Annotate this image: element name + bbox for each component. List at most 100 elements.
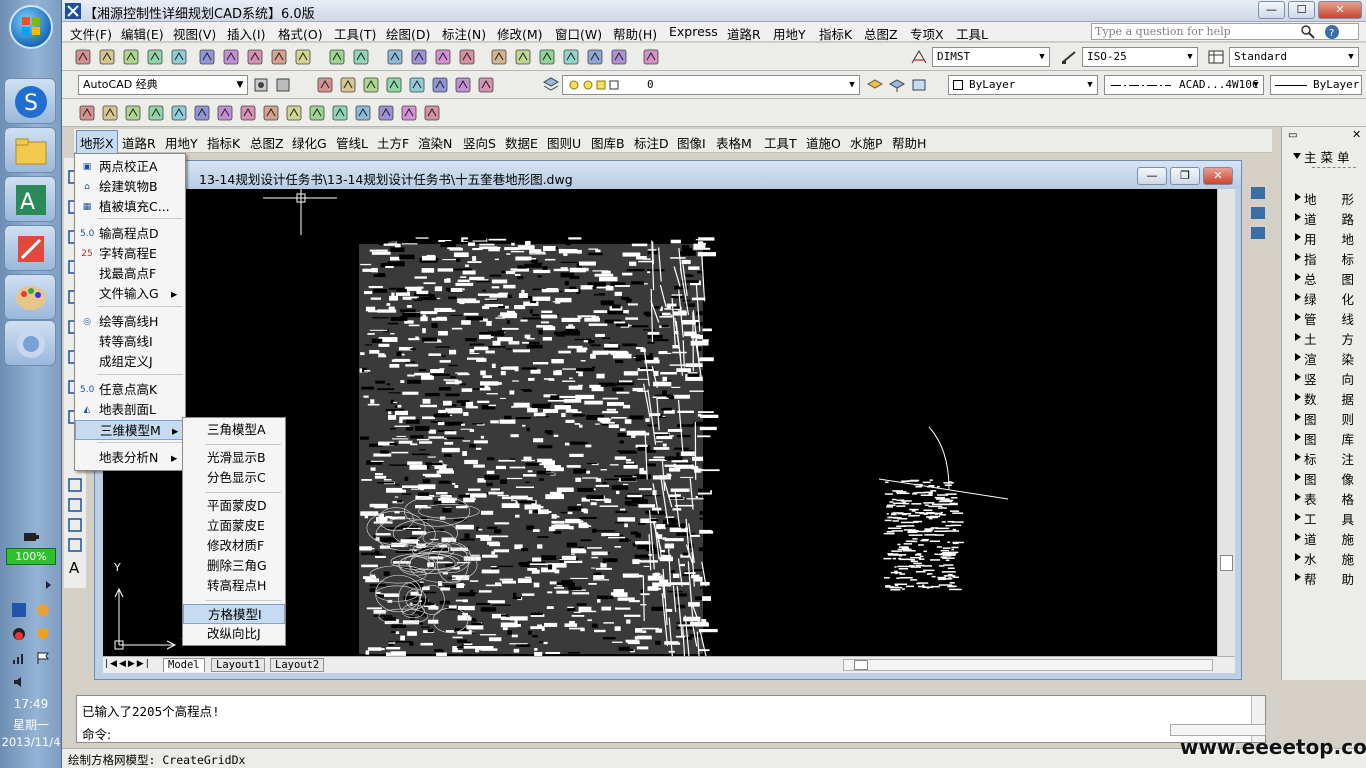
- terrain-menu-item[interactable]: ⌂ 绘建筑物B: [75, 177, 185, 197]
- chamfer-icon[interactable]: [377, 104, 395, 122]
- panel-grip-icon[interactable]: ▭: [1288, 130, 1297, 141]
- line-icon[interactable]: [316, 76, 334, 94]
- main-menu-item[interactable]: 数 据: [1304, 389, 1354, 408]
- cad-menu-data[interactable]: 数据E: [505, 133, 538, 152]
- battery-indicator[interactable]: 100%: [6, 530, 56, 568]
- main-menu-item[interactable]: 土 方: [1304, 329, 1354, 348]
- tool-palettes-icon[interactable]: [538, 48, 556, 66]
- region-icon[interactable]: [477, 76, 495, 94]
- table-tool-icon[interactable]: [66, 536, 84, 554]
- horizontal-scrollbar[interactable]: [843, 659, 1213, 671]
- cad-menu-landuse[interactable]: 用地Y: [165, 133, 198, 152]
- start-button[interactable]: [9, 5, 53, 49]
- new-icon[interactable]: [74, 48, 92, 66]
- expand-arrow-icon[interactable]: [1294, 192, 1302, 202]
- clock-time[interactable]: 17:49: [0, 697, 62, 711]
- 3d-model-menu-item[interactable]: 光滑显示B: [183, 448, 285, 468]
- menu-special[interactable]: 专项X: [910, 24, 944, 43]
- terrain-menu-item[interactable]: ◭ 地表剖面L: [75, 400, 185, 420]
- redo-icon[interactable]: [352, 48, 370, 66]
- main-menu-item[interactable]: 工 具: [1304, 509, 1354, 528]
- properties-icon[interactable]: [490, 48, 508, 66]
- main-menu-item[interactable]: 图 则: [1304, 409, 1354, 428]
- minimize-button[interactable]: —: [1258, 1, 1285, 19]
- menu-insert[interactable]: 插入(I): [227, 24, 265, 43]
- trim-icon[interactable]: [285, 104, 303, 122]
- offset-icon[interactable]: [147, 104, 165, 122]
- copy-object-icon[interactable]: [101, 104, 119, 122]
- shield-icon[interactable]: [36, 627, 50, 641]
- cad-menu-image[interactable]: 图像I: [677, 133, 706, 152]
- 3d-model-menu-item[interactable]: 三角模型A: [183, 420, 285, 440]
- command-window[interactable]: 已输入了2205个高程点! 命令:: [76, 695, 1266, 743]
- menu-view[interactable]: 视图(V): [173, 24, 216, 43]
- zoom-realtime-icon[interactable]: [410, 48, 428, 66]
- menu-landuse[interactable]: 用地Y: [773, 24, 806, 43]
- expand-arrow-icon[interactable]: [1294, 292, 1302, 302]
- drawing-close-button[interactable]: ✕: [1203, 167, 1233, 185]
- design-center-icon[interactable]: [514, 48, 532, 66]
- taskbar-app-viewer[interactable]: [4, 320, 56, 366]
- color-select[interactable]: ByLayer ▼: [948, 75, 1098, 95]
- terrain-menu-item[interactable]: 5.0 输高程点D: [75, 224, 185, 244]
- match-properties-icon[interactable]: [294, 48, 312, 66]
- expand-arrow-icon[interactable]: [1294, 572, 1302, 582]
- 3d-model-menu-item[interactable]: 改纵向比J: [183, 624, 285, 644]
- paste-icon[interactable]: [270, 48, 288, 66]
- publish-icon[interactable]: [198, 48, 216, 66]
- expand-arrow-icon[interactable]: [1294, 272, 1302, 282]
- close-button[interactable]: ✕: [1318, 1, 1362, 19]
- cad-menu-table[interactable]: 表格M: [716, 133, 752, 152]
- stretch-icon[interactable]: [262, 104, 280, 122]
- lineweight-select[interactable]: ByLayer: [1270, 75, 1362, 95]
- menu-dimension[interactable]: 标注(N): [442, 24, 486, 43]
- terrain-menu-item[interactable]: 转等高线I: [75, 332, 185, 352]
- explode-icon[interactable]: [423, 104, 441, 122]
- collapse-arrow-icon[interactable]: [1292, 151, 1302, 161]
- cad-menu-road-construction[interactable]: 道施O: [806, 133, 841, 152]
- maximize-button[interactable]: ☐: [1288, 1, 1315, 19]
- main-menu-item[interactable]: 绿 化: [1304, 289, 1354, 308]
- terrain-menu-item[interactable]: 找最高点F: [75, 264, 185, 284]
- cad-menu-vertical[interactable]: 竖向S: [463, 133, 496, 152]
- cad-menu-plan[interactable]: 图则U: [547, 133, 581, 152]
- main-menu-item[interactable]: 图 库: [1304, 429, 1354, 448]
- menu-road[interactable]: 道路R: [727, 24, 761, 43]
- cad-menu-annotate[interactable]: 标注D: [634, 133, 669, 152]
- menu-tools-l[interactable]: 工具L: [956, 24, 988, 43]
- circle-icon[interactable]: [408, 76, 426, 94]
- save-icon[interactable]: [122, 48, 140, 66]
- 3d-model-menu-item[interactable]: 删除三角G: [183, 556, 285, 576]
- main-menu-item[interactable]: 用 地: [1304, 229, 1354, 248]
- textstyle-select[interactable]: ISO-25 ▼: [1082, 47, 1198, 67]
- hscroll-thumb[interactable]: [854, 660, 868, 670]
- main-menu-item[interactable]: 水 施: [1304, 549, 1354, 568]
- help-icon[interactable]: [642, 48, 660, 66]
- 3d-model-menu-item[interactable]: 平面蒙皮D: [183, 496, 285, 516]
- menu-help[interactable]: 帮助(H): [613, 24, 657, 43]
- tab-layout2[interactable]: Layout2: [270, 658, 325, 672]
- expand-arrow-icon[interactable]: [1294, 412, 1302, 422]
- fillet-icon[interactable]: [400, 104, 418, 122]
- zoom-previous-icon[interactable]: [458, 48, 476, 66]
- cut-icon[interactable]: [222, 48, 240, 66]
- 3d-model-menu-item[interactable]: 分色显示C: [183, 468, 285, 488]
- cad-menu-index[interactable]: 指标K: [207, 133, 240, 152]
- make-current-layer-icon[interactable]: [866, 76, 884, 94]
- cad-menu-water-construction[interactable]: 水施P: [850, 133, 883, 152]
- help-question-icon[interactable]: ?: [1324, 24, 1340, 40]
- main-menu-item[interactable]: 渲 染: [1304, 349, 1354, 368]
- 3d-model-menu-item[interactable]: 转高程点H: [183, 576, 285, 596]
- taskbar-app-cad[interactable]: A: [4, 176, 56, 222]
- scale-icon[interactable]: [239, 104, 257, 122]
- menu-site[interactable]: 总图Z: [864, 24, 898, 43]
- help-search-input[interactable]: Type a question for help: [1091, 23, 1359, 40]
- menu-file[interactable]: 文件(F): [70, 24, 112, 43]
- join-icon[interactable]: [354, 104, 372, 122]
- search-icon[interactable]: [1300, 24, 1316, 40]
- calculator-icon[interactable]: [610, 48, 628, 66]
- layer-previous-icon[interactable]: [888, 76, 906, 94]
- workspace-select[interactable]: AutoCAD 经典 ▼: [78, 75, 248, 95]
- move-icon[interactable]: [193, 104, 211, 122]
- flag-icon[interactable]: [36, 651, 50, 665]
